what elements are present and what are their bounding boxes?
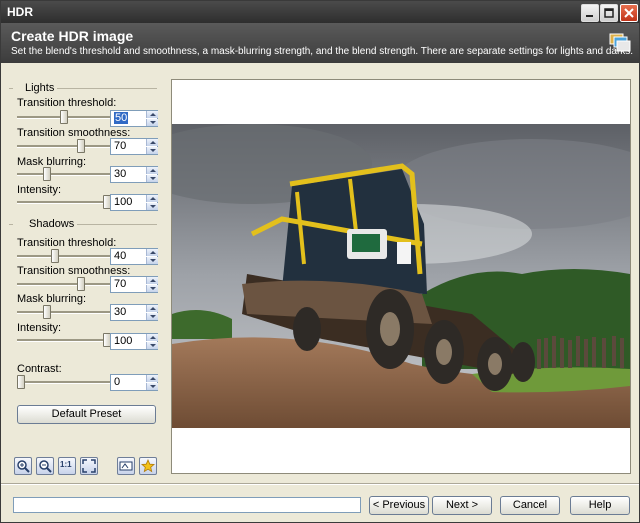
spinbox-value[interactable]: 70 — [114, 140, 126, 152]
spinbox-value[interactable]: 50 — [114, 112, 129, 124]
shadows-transition-threshold-spinbox[interactable]: 40 — [110, 248, 158, 265]
settings-panel: Lights Transition threshold: 50 Transiti… — [9, 73, 165, 475]
spin-down-button[interactable] — [146, 203, 158, 210]
spin-down-button[interactable] — [146, 313, 158, 320]
spin-down-button[interactable] — [146, 342, 158, 349]
fit-to-window-icon — [82, 459, 96, 473]
spinbox-value[interactable]: 40 — [114, 250, 126, 262]
spin-up-button[interactable] — [146, 305, 158, 312]
maximize-icon — [604, 8, 614, 18]
lights-transition-threshold-slider[interactable] — [17, 110, 111, 124]
lights-intensity-slider[interactable] — [17, 195, 111, 209]
hdr-preview-photo — [172, 124, 630, 428]
spin-up-button[interactable] — [146, 375, 158, 382]
spin-down-button[interactable] — [146, 383, 158, 390]
spin-down-button[interactable] — [146, 175, 158, 182]
hdr-window: HDR Create HDR image Set the blend's thr… — [0, 0, 640, 523]
lights-mask-blurring-spinbox[interactable]: 30 — [110, 166, 158, 183]
spin-down-button[interactable] — [146, 257, 158, 264]
shadows-mask-blurring-slider[interactable] — [17, 305, 111, 319]
zoom-out-button[interactable] — [36, 457, 54, 475]
slider-thumb[interactable] — [77, 139, 85, 153]
actual-size-icon: 1:1 — [60, 460, 72, 469]
footer-separator — [1, 483, 639, 485]
spin-up-button[interactable] — [146, 277, 158, 284]
lights-transition-threshold-spinbox[interactable]: 50 — [110, 110, 158, 127]
spin-down-button[interactable] — [146, 285, 158, 292]
shadows-transition-smoothness-slider[interactable] — [17, 277, 111, 291]
minimize-button[interactable] — [581, 4, 599, 22]
spin-up-button[interactable] — [146, 111, 158, 118]
spin-up-button[interactable] — [146, 334, 158, 341]
spinbox-value[interactable]: 0 — [114, 376, 120, 388]
lights-transition-threshold-label: Transition threshold: — [17, 97, 117, 109]
compare-button[interactable] — [117, 457, 135, 475]
spinbox-value[interactable]: 70 — [114, 278, 126, 290]
slider-thumb[interactable] — [43, 167, 51, 181]
spinbox-value[interactable]: 30 — [114, 306, 126, 318]
close-button[interactable] — [620, 4, 638, 22]
zoom-in-icon — [17, 460, 30, 473]
contrast-slider[interactable] — [17, 375, 111, 389]
progress-bar — [13, 497, 361, 513]
slider-thumb[interactable] — [43, 305, 51, 319]
next-button[interactable]: Next > — [432, 496, 492, 515]
star-button[interactable] — [139, 457, 157, 475]
image-preview[interactable] — [171, 79, 631, 474]
shadows-group-label: Shadows — [9, 218, 157, 230]
spin-down-button[interactable] — [146, 147, 158, 154]
spinbox-value[interactable]: 100 — [114, 196, 132, 208]
shadows-mask-blurring-spinbox[interactable]: 30 — [110, 304, 158, 321]
slider-thumb[interactable] — [17, 375, 25, 389]
actual-size-button[interactable]: 1:1 — [58, 457, 76, 475]
lights-mask-blurring-slider[interactable] — [17, 167, 111, 181]
maximize-button[interactable] — [600, 4, 618, 22]
fit-to-window-button[interactable] — [80, 457, 98, 475]
zoom-in-button[interactable] — [14, 457, 32, 475]
shadows-intensity-spinbox[interactable]: 100 — [110, 333, 158, 350]
default-preset-button[interactable]: Default Preset — [17, 405, 156, 424]
page-title: Create HDR image — [11, 28, 134, 44]
compare-icon — [119, 461, 133, 471]
spin-up-button[interactable] — [146, 195, 158, 202]
spin-down-button[interactable] — [146, 119, 158, 126]
lights-transition-smoothness-slider[interactable] — [17, 139, 111, 153]
lights-intensity-spinbox[interactable]: 100 — [110, 194, 158, 211]
spinbox-value[interactable]: 100 — [114, 335, 132, 347]
page-subtitle: Set the blend's threshold and smoothness… — [11, 46, 634, 57]
slider-thumb[interactable] — [51, 249, 59, 263]
previous-button[interactable]: < Previous — [369, 496, 429, 515]
minimize-icon — [586, 15, 593, 17]
zoom-out-icon — [39, 460, 52, 473]
slider-thumb[interactable] — [77, 277, 85, 291]
contrast-label: Contrast: — [17, 363, 62, 375]
truck-photo — [172, 124, 630, 428]
contrast-spinbox[interactable]: 0 — [110, 374, 158, 391]
spin-up-button[interactable] — [146, 139, 158, 146]
shadows-mask-blurring-label: Mask blurring: — [17, 293, 87, 305]
shadows-transition-smoothness-spinbox[interactable]: 70 — [110, 276, 158, 293]
title-bar[interactable]: HDR — [1, 1, 639, 23]
shadows-intensity-slider[interactable] — [17, 333, 111, 347]
lights-transition-smoothness-spinbox[interactable]: 70 — [110, 138, 158, 155]
help-button[interactable]: Help — [570, 496, 630, 515]
slider-thumb[interactable] — [60, 110, 68, 124]
spinbox-value[interactable]: 30 — [114, 168, 126, 180]
close-icon — [624, 8, 634, 18]
wizard-header: Create HDR image Set the blend's thresho… — [1, 23, 639, 63]
spin-up-button[interactable] — [146, 249, 158, 256]
shadows-transition-threshold-label: Transition threshold: — [17, 237, 117, 249]
star-icon — [141, 459, 155, 473]
shadows-transition-threshold-slider[interactable] — [17, 249, 111, 263]
spin-up-button[interactable] — [146, 167, 158, 174]
window-title: HDR — [7, 5, 33, 19]
hdr-images-icon — [609, 33, 631, 52]
lights-group-label: Lights — [9, 82, 157, 94]
cancel-button[interactable]: Cancel — [500, 496, 560, 515]
